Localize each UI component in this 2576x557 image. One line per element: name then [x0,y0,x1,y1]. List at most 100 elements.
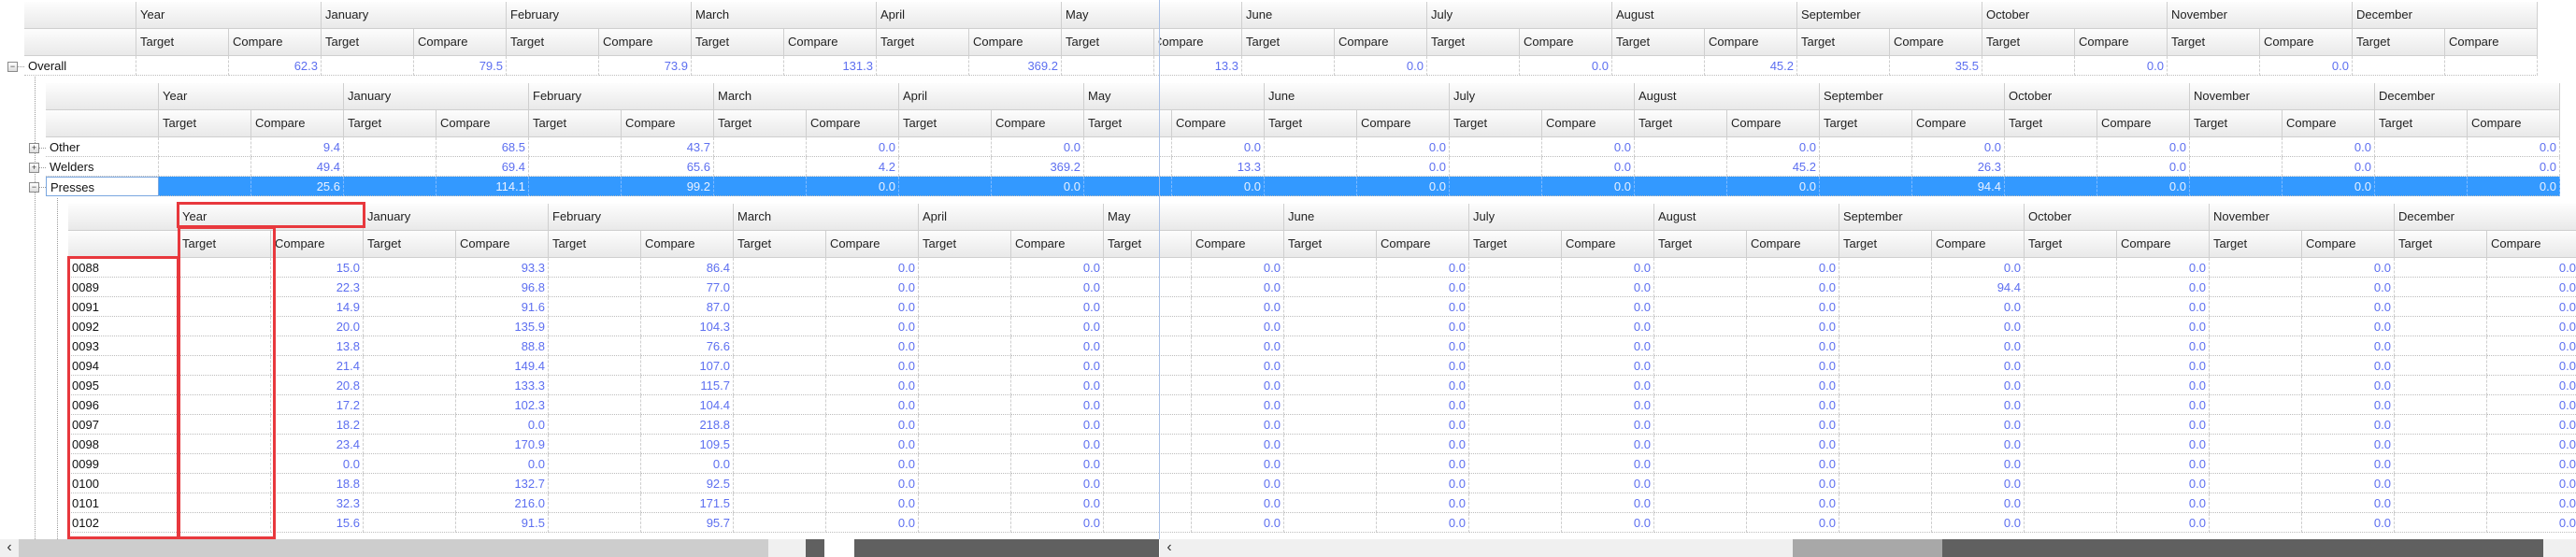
cell-compare[interactable]: 0.0 [1562,454,1654,474]
cell-target[interactable] [1820,137,1912,157]
cell-compare[interactable]: 18.8 [271,474,364,493]
cell-target[interactable] [322,56,414,76]
cell-compare[interactable]: 0.0 [2097,157,2190,177]
column-group-header-december[interactable]: December [2375,83,2560,110]
cell-target[interactable] [1104,317,1159,336]
cell-compare[interactable]: 0.0 [1377,258,1469,278]
cell-compare[interactable]: 0.0 [2468,177,2560,196]
cell-compare[interactable]: 35.5 [1890,56,1982,76]
column-header-compare[interactable]: Compare [2075,29,2168,56]
cell-compare[interactable]: 0.0 [1011,376,1104,395]
column-header-target[interactable]: Target [1427,29,1520,56]
cell-compare[interactable]: 91.5 [456,513,549,533]
cell-target[interactable] [364,258,456,278]
cell-target[interactable] [1160,435,1192,454]
cell-target[interactable] [1104,356,1159,376]
cell-compare[interactable]: 73.9 [599,56,692,76]
column-header-target[interactable]: Target [714,110,807,137]
cell-compare[interactable]: 0.0 [2117,454,2210,474]
column-group-header-october[interactable]: October [1982,2,2168,29]
cell-compare[interactable]: 0.0 [2283,157,2375,177]
cell-target[interactable] [179,278,271,297]
cell-compare[interactable]: 0.0 [807,177,899,196]
cell-compare[interactable]: 0.0 [641,454,734,474]
cell-target[interactable] [1469,493,1562,513]
cell-target[interactable] [899,157,992,177]
cell-target[interactable] [1160,415,1192,435]
cell-compare[interactable]: 0.0 [2487,297,2576,317]
cell-target[interactable] [549,278,641,297]
column-header-target[interactable]: Target [734,231,826,258]
cell-target[interactable] [549,258,641,278]
column-group-header-november[interactable]: November [2190,83,2375,110]
cell-compare[interactable]: 0.0 [2487,435,2576,454]
cell-target[interactable] [1160,474,1192,493]
cell-target[interactable] [734,356,826,376]
cell-target[interactable] [1654,513,1747,533]
cell-target[interactable] [507,56,599,76]
cell-target[interactable] [919,376,1011,395]
cell-target[interactable] [179,474,271,493]
cell-compare[interactable]: 77.0 [641,278,734,297]
cell-compare[interactable]: 0.0 [1011,336,1104,356]
cell-target[interactable] [2025,435,2117,454]
column-header-compare[interactable]: Compare [1192,231,1284,258]
column-header-target[interactable]: Target [2168,29,2260,56]
column-header-target[interactable]: Target [179,231,271,258]
cell-compare[interactable]: 0.0 [2117,415,2210,435]
cell-target[interactable] [364,395,456,415]
cell-target[interactable] [2025,336,2117,356]
column-header-compare[interactable]: Compare [456,231,549,258]
cell-target[interactable] [1469,513,1562,533]
cell-target[interactable] [2210,297,2302,317]
pane-splitter[interactable] [1159,0,1160,539]
column-group-header-august[interactable]: August [1635,83,1820,110]
cell-compare[interactable]: 69.4 [436,157,529,177]
column-group-header-november[interactable]: November [2168,2,2353,29]
column-header-target[interactable]: Target [2005,110,2097,137]
cell-compare[interactable]: 93.3 [456,258,549,278]
cell-target[interactable] [549,336,641,356]
cell-target[interactable] [1839,297,1932,317]
cell-target[interactable] [1104,513,1159,533]
cell-target[interactable] [1284,356,1377,376]
row-label[interactable]: Welders [46,157,159,177]
column-group-header-february[interactable]: February [507,2,692,29]
cell-target[interactable] [692,56,784,76]
column-header-compare[interactable]: Compare [436,110,529,137]
row-label[interactable]: 0097 [68,415,179,435]
cell-target[interactable] [159,137,251,157]
column-header-target[interactable]: Target [364,231,456,258]
cell-target[interactable] [1654,474,1747,493]
cell-target[interactable] [1654,336,1747,356]
cell-compare[interactable]: 0.0 [1747,435,1839,454]
column-group-header-year[interactable]: Year [179,204,364,231]
cell-target[interactable] [1820,177,1912,196]
cell-compare[interactable]: 0.0 [1192,297,1284,317]
column-group-header-may[interactable]: May [1160,204,1284,231]
cell-target[interactable] [2395,297,2487,317]
cell-target[interactable] [1084,177,1159,196]
cell-target[interactable] [529,157,622,177]
cell-compare[interactable]: 0.0 [1562,493,1654,513]
cell-compare[interactable]: 0.0 [1172,177,1265,196]
column-header-target[interactable]: Target [899,110,992,137]
cell-compare[interactable]: 0.0 [1520,56,1612,76]
row-label[interactable]: 0101 [68,493,179,513]
column-group-header-october[interactable]: October [2005,83,2190,110]
cell-compare[interactable]: 0.0 [2468,157,2560,177]
cell-target[interactable] [1469,474,1562,493]
cell-compare[interactable]: 0.0 [2302,435,2395,454]
cell-compare[interactable]: 216.0 [456,493,549,513]
cell-compare[interactable]: 0.0 [2075,56,2168,76]
cell-compare[interactable]: 0.0 [2117,336,2210,356]
cell-compare[interactable]: 92.5 [641,474,734,493]
cell-target[interactable] [1104,493,1159,513]
column-header-target[interactable]: Target [1612,29,1705,56]
column-header-target[interactable]: Target [1160,110,1172,137]
cell-compare[interactable]: 0.0 [1932,258,2025,278]
row-label[interactable]: 0102 [68,513,179,533]
column-group-header-june[interactable]: June [1265,83,1450,110]
column-header-compare[interactable]: Compare [807,110,899,137]
cell-target[interactable] [1160,258,1192,278]
